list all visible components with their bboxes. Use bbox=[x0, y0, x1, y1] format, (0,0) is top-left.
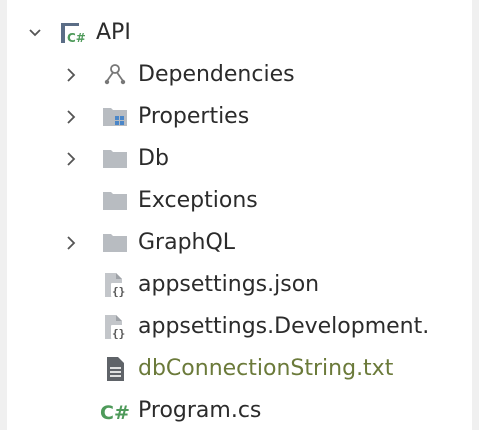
tree-item-label: API bbox=[96, 20, 131, 45]
tree-item-dbconnectionstring-txt[interactable]: dbConnectionString.txt bbox=[0, 348, 472, 390]
csharp-project-icon: C# bbox=[61, 23, 86, 45]
chevron-right-icon[interactable] bbox=[62, 150, 80, 168]
chevron-right-icon[interactable] bbox=[62, 234, 80, 252]
tree-item-label: Properties bbox=[138, 104, 250, 129]
tree-item-exceptions[interactable]: Exceptions bbox=[0, 180, 472, 222]
dependencies-icon bbox=[104, 64, 126, 85]
tree-item-label: dbConnectionString.txt bbox=[138, 356, 394, 381]
tree-item-appsettings-development[interactable]: {} appsettings.Development. bbox=[0, 306, 472, 348]
json-file-icon: {} bbox=[105, 315, 127, 340]
folder-icon bbox=[103, 150, 127, 168]
tree-item-properties[interactable]: Properties bbox=[0, 96, 472, 138]
tree-item-graphql[interactable]: GraphQL bbox=[0, 222, 472, 264]
svg-text:C#: C# bbox=[67, 31, 86, 45]
json-file-icon: {} bbox=[105, 273, 127, 298]
chevron-down-icon[interactable] bbox=[26, 24, 44, 42]
svg-text:{}: {} bbox=[112, 285, 125, 298]
tree-item-label: Db bbox=[138, 146, 169, 171]
chevron-right-icon[interactable] bbox=[62, 66, 80, 84]
tree-item-label: Dependencies bbox=[138, 62, 295, 87]
csharp-file-icon: C# bbox=[100, 402, 130, 424]
tree-item-label: appsettings.json bbox=[138, 272, 320, 297]
folder-icon bbox=[103, 192, 127, 210]
solution-explorer-panel: C# API Dependencies Properties Db Except… bbox=[0, 0, 479, 430]
svg-text:{}: {} bbox=[112, 327, 125, 340]
project-tree: C# API Dependencies Properties Db Except… bbox=[0, 0, 479, 430]
tree-item-dependencies[interactable]: Dependencies bbox=[0, 54, 472, 96]
tree-item-appsettings-json[interactable]: {} appsettings.json bbox=[0, 264, 472, 306]
properties-folder-icon bbox=[103, 108, 127, 126]
tree-item-label: GraphQL bbox=[138, 230, 236, 255]
chevron-right-icon[interactable] bbox=[62, 108, 80, 126]
tree-item-label: appsettings.Development. bbox=[138, 314, 430, 339]
tree-root-api[interactable]: C# API bbox=[0, 12, 472, 54]
tree-item-label: Exceptions bbox=[138, 188, 258, 213]
folder-icon bbox=[103, 234, 127, 252]
svg-text:C#: C# bbox=[100, 402, 130, 424]
tree-item-label: Program.cs bbox=[138, 398, 262, 423]
tree-item-program-cs[interactable]: C# Program.cs bbox=[0, 390, 472, 432]
tree-item-db[interactable]: Db bbox=[0, 138, 472, 180]
text-file-icon bbox=[107, 357, 124, 381]
